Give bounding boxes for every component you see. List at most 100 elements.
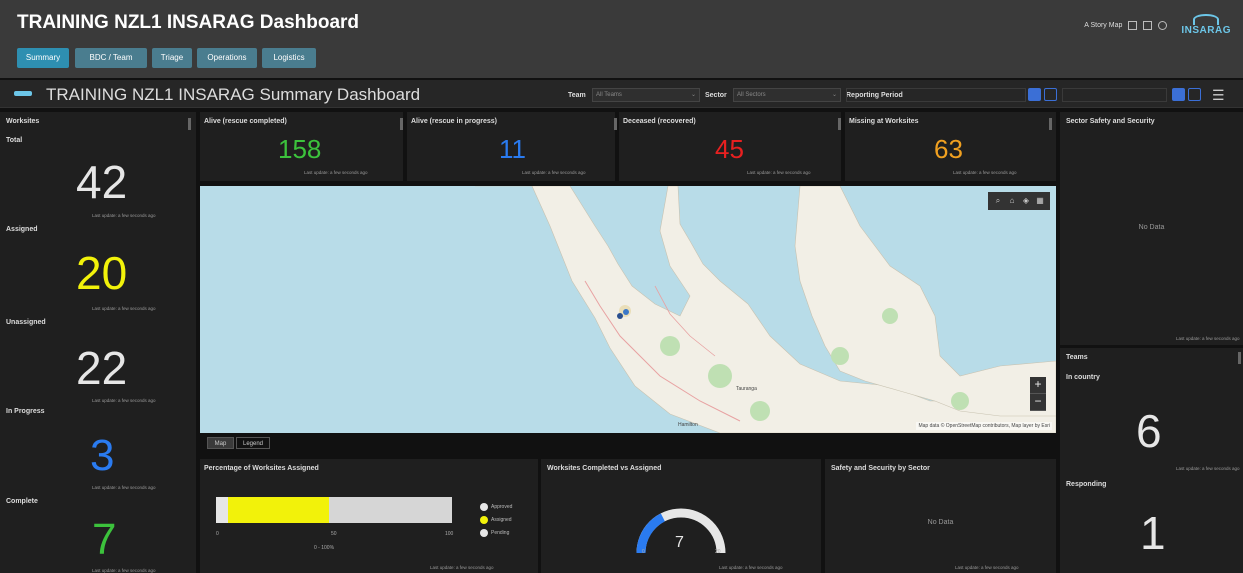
incident-marker[interactable] — [617, 313, 623, 319]
panel-scrollbar[interactable] — [400, 118, 403, 130]
teams-panel: Teams In country 6 Last update: a few se… — [1060, 348, 1243, 573]
zoom-out-button[interactable]: − — [1030, 394, 1046, 411]
last-update-text: Last update: a few seconds ago — [719, 565, 783, 570]
legend-swatch — [480, 503, 488, 511]
panel-scrollbar[interactable] — [188, 118, 191, 130]
teams-in-country-label: In country — [1066, 374, 1100, 381]
status-card-alive-completed: Alive (rescue completed) 158 Last update… — [200, 112, 403, 181]
teams-responding-label: Responding — [1066, 481, 1107, 488]
team-filter-label: Team — [568, 92, 586, 99]
gauge-fill — [636, 513, 666, 554]
last-update-text: Last update: a few seconds ago — [953, 170, 1017, 175]
pct-assigned-title: Percentage of Worksites Assigned — [204, 465, 319, 472]
status-value-alive-in-progress: 11 — [499, 134, 526, 164]
worksites-title: Worksites — [6, 118, 40, 125]
tick-label: 0 — [216, 531, 219, 537]
tab-operations[interactable]: Operations — [197, 48, 257, 68]
worksites-assigned-value: 20 — [76, 247, 128, 299]
app-header: TRAINING NZL1 INSARAG Dashboard Summary … — [0, 0, 1243, 78]
reporting-period-start[interactable] — [846, 88, 1026, 102]
legend-swatch — [480, 529, 488, 537]
gauge-value: 7 — [675, 534, 684, 551]
last-update-text: Last update: a few seconds ago — [92, 398, 156, 403]
worksites-total-value: 42 — [76, 156, 128, 208]
facebook-icon[interactable] — [1128, 20, 1138, 30]
zoom-in-button[interactable]: + — [1030, 377, 1046, 394]
story-map-label: A Story Map — [1084, 21, 1123, 29]
menu-icon[interactable]: ☰ — [1212, 87, 1225, 104]
calendar-icon[interactable] — [1028, 88, 1041, 101]
panel-scrollbar[interactable] — [614, 118, 617, 130]
insarag-logo-text: INSARAG — [1181, 25, 1231, 36]
map-basemap — [475, 186, 1056, 433]
last-update-text: Last update: a few seconds ago — [747, 170, 811, 175]
completed-gauge-title: Worksites Completed vs Assigned — [547, 465, 662, 472]
last-update-text: Last update: a few seconds ago — [92, 306, 156, 311]
tab-legend[interactable]: Legend — [236, 437, 270, 449]
home-icon[interactable]: ⌂ — [1007, 196, 1017, 206]
teams-title: Teams — [1066, 354, 1088, 361]
link-icon[interactable] — [1158, 20, 1168, 30]
gauge-min: 0 — [642, 549, 645, 555]
chevron-down-icon: ⌄ — [831, 92, 837, 98]
clock-icon[interactable] — [1188, 88, 1201, 101]
last-update-text: Last update: a few seconds ago — [304, 170, 368, 175]
pct-bar-segment — [227, 497, 330, 523]
gauge-max: 20 — [715, 549, 721, 555]
header-right: A Story Map INSARAG — [1084, 14, 1231, 36]
team-filter-select[interactable]: All Teams ⌄ — [592, 88, 700, 102]
tick-label: 100 — [445, 531, 454, 537]
pct-range-label: 0 - 100% — [314, 545, 335, 551]
pct-assigned-panel: Percentage of Worksites Assigned 0 50 10… — [200, 459, 538, 573]
sector-filter-select[interactable]: All Sectors ⌄ — [733, 88, 841, 102]
legend-item: Assigned — [480, 516, 512, 524]
tab-bdc-team[interactable]: BDC / Team — [75, 48, 147, 68]
completed-gauge-panel: Worksites Completed vs Assigned 7 0 20 L… — [541, 459, 821, 573]
last-update-text: Last update: a few seconds ago — [1176, 466, 1240, 471]
chevron-down-icon: ⌄ — [690, 92, 696, 98]
pct-bar-segment — [329, 497, 452, 523]
tick-label: 50 — [331, 531, 337, 537]
tab-logistics[interactable]: Logistics — [262, 48, 316, 68]
last-update-text: Last update: a few seconds ago — [92, 568, 156, 573]
legend-label: Pending — [491, 530, 510, 536]
worksites-complete-label: Complete — [6, 498, 38, 505]
pct-legend: Approved Assigned Pending — [480, 503, 512, 537]
worksites-total-label: Total — [6, 137, 23, 144]
last-update-text: Last update: a few seconds ago — [430, 565, 494, 570]
panel-scrollbar[interactable] — [1049, 118, 1052, 130]
status-label: Alive (rescue in progress) — [411, 118, 497, 125]
tab-triage[interactable]: Triage — [152, 48, 192, 68]
dashboard-title: TRAINING NZL1 INSARAG Summary Dashboard — [46, 85, 421, 104]
legend-swatch — [480, 516, 488, 524]
calendar-icon[interactable] — [1172, 88, 1185, 101]
app-title: TRAINING NZL1 INSARAG Dashboard — [17, 12, 360, 33]
clock-icon[interactable] — [1044, 88, 1057, 101]
last-update-text: Last update: a few seconds ago — [522, 170, 586, 175]
pct-assigned-bar — [216, 497, 452, 523]
status-card-deceased: Deceased (recovered) 45 Last update: a f… — [619, 112, 841, 181]
worksites-in-progress-value: 3 — [90, 431, 115, 480]
layers-icon[interactable]: ◈ — [1021, 196, 1031, 206]
map-view[interactable]: Tauranga Hamilton ⌕ ⌂ ◈ ▦ + − Map data ©… — [200, 186, 1056, 433]
team-filter-value: All Teams — [596, 92, 622, 98]
no-data-text: No Data — [927, 519, 954, 526]
legend-item: Approved — [480, 503, 512, 511]
zoom-control: + − — [1030, 377, 1046, 411]
legend-item: Pending — [480, 529, 512, 537]
insarag-logo: INSARAG — [1181, 14, 1231, 36]
panel-scrollbar[interactable] — [1238, 352, 1241, 364]
worksites-complete-value: 7 — [92, 515, 117, 564]
safety-by-sector-panel: Safety and Security by Sector No Data La… — [825, 459, 1056, 573]
twitter-icon[interactable] — [1143, 20, 1153, 30]
tab-summary[interactable]: Summary — [17, 48, 69, 68]
teams-responding-value: 1 — [1140, 507, 1166, 559]
reporting-period-end[interactable] — [1062, 88, 1167, 102]
panel-scrollbar[interactable] — [838, 118, 841, 130]
tab-map[interactable]: Map — [207, 437, 234, 449]
search-icon[interactable]: ⌕ — [993, 196, 1003, 206]
last-update-text: Last update: a few seconds ago — [1176, 336, 1240, 341]
last-update-text: Last update: a few seconds ago — [92, 213, 156, 218]
incident-marker[interactable] — [623, 309, 629, 315]
basemap-gallery-icon[interactable]: ▦ — [1035, 196, 1045, 206]
